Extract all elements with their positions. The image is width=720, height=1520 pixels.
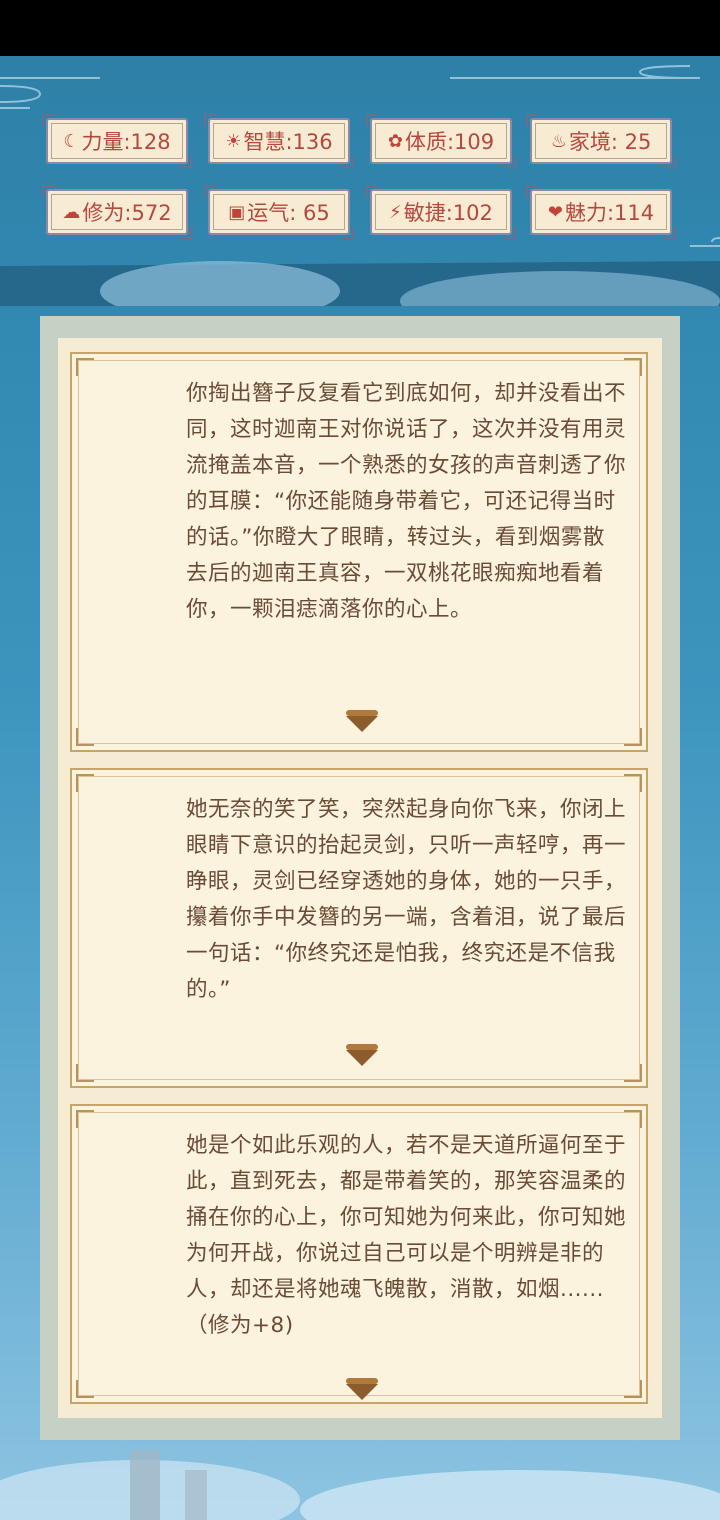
- stat-strength: ☾ 力量:128: [42, 114, 192, 168]
- continue-arrow-icon[interactable]: [346, 1044, 378, 1066]
- family-icon: ♨: [550, 130, 567, 152]
- constitution-icon: ✿: [387, 130, 403, 152]
- charm-icon: ❤: [547, 201, 563, 223]
- stat-label: 魅力:114: [564, 201, 655, 225]
- stat-label: 敏捷:102: [403, 201, 493, 225]
- stat-charm: ❤ 魅力:114: [526, 185, 676, 239]
- status-bar: [0, 0, 720, 56]
- stat-family: ♨ 家境: 25: [526, 114, 676, 168]
- stat-label: 修为:572: [82, 201, 172, 225]
- story-card[interactable]: 你掏出簪子反复看它到底如何，却并没看出不同，这时迦南王对你说话了，这次并没有用灵…: [70, 352, 648, 752]
- luck-icon: ▣: [228, 201, 246, 223]
- corner-ornament: [624, 774, 642, 792]
- stat-wisdom: ☀ 智慧:136: [204, 114, 354, 168]
- story-text: 她是个如此乐观的人，若不是天道所逼何至于此，直到死去，都是带着笑的，那笑容温柔的…: [186, 1133, 627, 1338]
- corner-ornament: [624, 1380, 642, 1398]
- wisdom-icon: ☀: [225, 130, 242, 152]
- continue-arrow-icon[interactable]: [346, 1378, 378, 1400]
- stat-luck: ▣ 运气: 65: [204, 185, 354, 239]
- story-text: 她无奈的笑了笑，突然起身向你飞来，你闭上眼睛下意识的抬起灵剑，只听一声轻哼，再一…: [186, 797, 627, 1002]
- corner-ornament: [624, 1064, 642, 1082]
- corner-ornament: [76, 1110, 94, 1128]
- stat-label: 家境: 25: [568, 130, 652, 154]
- corner-ornament: [76, 1064, 94, 1082]
- corner-ornament: [76, 728, 94, 746]
- corner-ornament: [624, 1110, 642, 1128]
- story-card[interactable]: 她无奈的笑了笑，突然起身向你飞来，你闭上眼睛下意识的抬起灵剑，只听一声轻哼，再一…: [70, 768, 648, 1088]
- corner-ornament: [76, 358, 94, 376]
- stat-agility: ⚡ 敏捷:102: [366, 185, 516, 239]
- cultivation-icon: ☁: [62, 201, 81, 223]
- agility-icon: ⚡: [389, 201, 402, 223]
- header-cloud-decoration: [0, 65, 720, 306]
- stat-label: 运气: 65: [247, 201, 330, 225]
- stat-cultivation: ☁ 修为:572: [42, 185, 192, 239]
- corner-ornament: [624, 358, 642, 376]
- stat-constitution: ✿ 体质:109: [366, 114, 516, 168]
- stat-label: 力量:128: [81, 130, 171, 154]
- strength-icon: ☾: [63, 130, 80, 152]
- corner-ornament: [76, 774, 94, 792]
- bottom-landscape-decoration: [0, 1450, 720, 1520]
- corner-ornament: [76, 1380, 94, 1398]
- corner-ornament: [624, 728, 642, 746]
- continue-arrow-icon[interactable]: [346, 710, 378, 732]
- story-card[interactable]: 她是个如此乐观的人，若不是天道所逼何至于此，直到死去，都是带着笑的，那笑容温柔的…: [70, 1104, 648, 1404]
- story-text: 你掏出簪子反复看它到底如何，却并没看出不同，这时迦南王对你说话了，这次并没有用灵…: [186, 381, 627, 622]
- stat-label: 体质:109: [404, 130, 495, 154]
- stat-label: 智慧:136: [243, 130, 333, 154]
